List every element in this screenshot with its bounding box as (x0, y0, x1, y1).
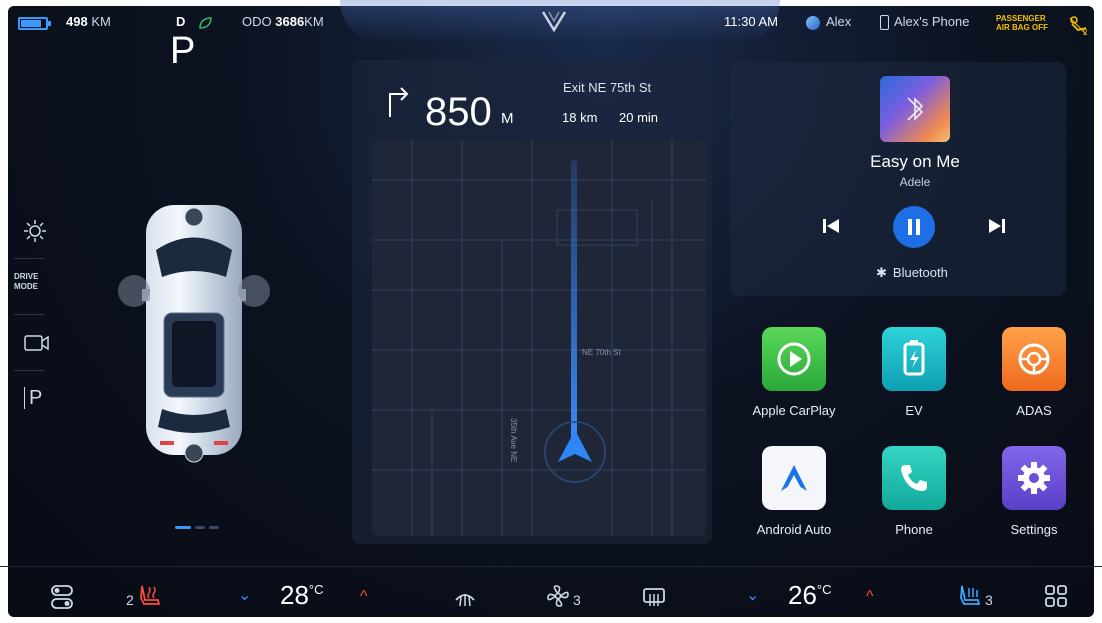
app-android-auto[interactable]: Android Auto (734, 446, 854, 537)
turn-distance: 850 (425, 90, 492, 134)
phone-icon (880, 15, 889, 30)
map-view[interactable]: NE 70th St 35th Ave NE (372, 140, 706, 536)
seat-ventilation-icon[interactable] (958, 584, 984, 608)
previous-track-icon[interactable] (820, 215, 842, 237)
eco-leaf-icon (199, 17, 212, 29)
range-value: 498 (66, 14, 88, 29)
page-dot-active (175, 526, 191, 529)
album-art[interactable] (880, 76, 950, 142)
exit-name: Exit NE 75th St (563, 80, 652, 95)
app-label: Apple CarPlay (752, 403, 836, 418)
right-temperature: 26°C (788, 580, 832, 611)
airbag-line-1: PASSENGER (996, 14, 1046, 23)
fan-speed: 3 (573, 592, 581, 608)
vehicle-controls-toggle-icon[interactable] (50, 584, 74, 610)
song-artist: Adele (899, 175, 931, 189)
bluetooth-art-icon (907, 97, 924, 121)
user-name[interactable]: Alex (826, 14, 851, 29)
brand-logo-icon (541, 11, 567, 33)
right-temp-value: 26 (788, 580, 817, 610)
user-avatar-icon (806, 16, 820, 30)
android-auto-icon (762, 446, 826, 510)
page-dot (209, 526, 219, 529)
left-seat-heat-level: 2 (126, 592, 134, 608)
turn-distance-unit: M (501, 110, 514, 127)
route-line (544, 160, 606, 483)
remaining-distance: 18 km (562, 110, 598, 125)
drive-mode-button[interactable]: DRIVE MODE (14, 272, 38, 292)
page-dot (195, 526, 205, 529)
odometer: ODO 3686KM (242, 14, 324, 29)
left-temp-up-button[interactable]: ^ (360, 588, 368, 606)
drive-gear-indicator: D (176, 14, 186, 29)
odo-value: 3686 (275, 14, 305, 29)
side-divider (14, 258, 44, 259)
svg-text:2: 2 (1083, 28, 1088, 36)
pause-icon (908, 219, 920, 235)
drive-mode-line-2: MODE (14, 282, 38, 291)
media-source-label: Bluetooth (892, 265, 948, 280)
left-temp-down-button[interactable]: ⌄ (238, 585, 251, 605)
turn-right-arrow-icon (389, 87, 409, 117)
gear-icon (1002, 446, 1066, 510)
app-settings[interactable]: Settings (974, 446, 1094, 537)
carplay-icon (762, 327, 826, 391)
app-apple-carplay[interactable]: Apple CarPlay (734, 327, 854, 418)
front-defrost-icon[interactable] (454, 586, 476, 608)
street-label: 35th Ave NE (509, 418, 518, 463)
range-readout: 498 KM (66, 14, 111, 29)
remaining-time: 20 min (619, 110, 659, 125)
odo-label: ODO (242, 14, 272, 29)
right-temp-down-button[interactable]: ⌄ (746, 585, 759, 605)
clock: 11:30 AM (724, 14, 778, 29)
drive-mode-line-1: DRIVE (14, 272, 39, 281)
right-temp-up-button[interactable]: ^ (866, 588, 874, 606)
app-label: Phone (895, 522, 933, 537)
app-label: EV (905, 403, 923, 418)
heated-seat-icon[interactable] (138, 584, 164, 608)
battery-icon (18, 17, 51, 30)
pause-button[interactable] (893, 206, 935, 248)
connected-phone[interactable]: Alex's Phone (894, 14, 969, 29)
right-seat-level: 3 (985, 592, 993, 608)
song-title: Easy on Me (870, 152, 960, 171)
app-label: Settings (1010, 522, 1058, 537)
app-label: ADAS (1016, 403, 1052, 418)
headlight-icon[interactable] (22, 218, 48, 244)
side-divider (14, 314, 44, 315)
phone-handset-icon (882, 446, 946, 510)
airbag-status: PASSENGER AIR BAG OFF (996, 14, 1048, 32)
app-phone[interactable]: Phone (854, 446, 974, 537)
ev-battery-icon (882, 327, 946, 391)
car-top-view (118, 205, 270, 463)
airbag-off-icon: 2 (1069, 16, 1088, 36)
bluetooth-icon: ✱ (876, 265, 887, 280)
temp-unit: °C (308, 582, 324, 597)
airbag-line-2: AIR BAG OFF (996, 23, 1048, 32)
street-label: NE 70th St (582, 348, 621, 357)
temp-unit: °C (816, 582, 832, 597)
odo-unit: KM (304, 14, 324, 29)
page-indicator (175, 526, 219, 529)
gear-display: P (170, 30, 196, 72)
side-divider (14, 370, 44, 371)
adas-icon (1002, 327, 1066, 391)
camera-icon[interactable] (24, 334, 50, 352)
left-temperature: 28°C (280, 580, 324, 611)
rear-defrost-icon[interactable] (642, 586, 666, 608)
park-assist-button[interactable]: P (24, 387, 42, 409)
left-temp-value: 28 (280, 580, 309, 610)
fan-icon[interactable] (546, 584, 570, 608)
app-ev[interactable]: EV (854, 327, 974, 418)
next-track-icon[interactable] (986, 215, 1008, 237)
app-adas[interactable]: ADAS (974, 327, 1094, 418)
app-launcher-grid-icon[interactable] (1044, 584, 1068, 608)
app-label: Android Auto (756, 522, 832, 537)
range-unit: KM (91, 14, 111, 29)
media-source[interactable]: ✱ Bluetooth (876, 265, 948, 281)
